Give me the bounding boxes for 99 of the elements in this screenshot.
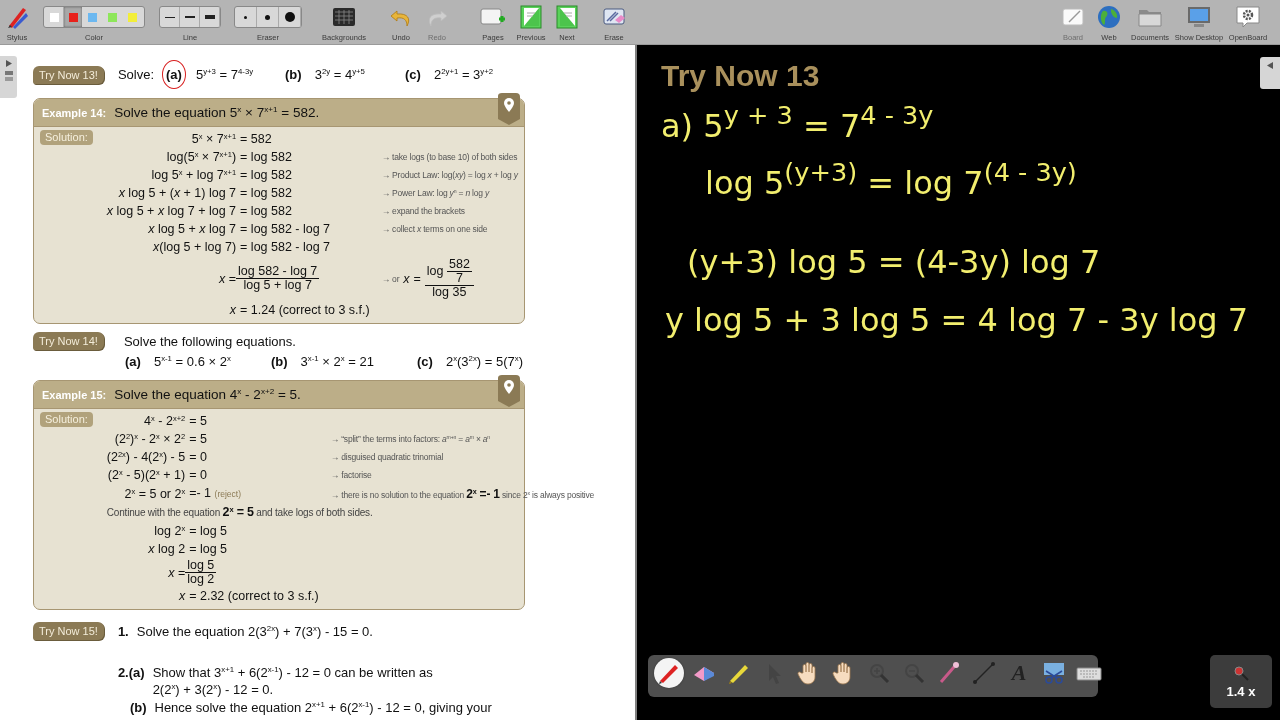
equation-left-side: x log 2	[147, 541, 186, 558]
equation: 2$^{2y+1}$ = 3$^{y+2}$	[433, 67, 494, 82]
step-note: → take logs (to base 10) of both sides	[381, 152, 518, 162]
pin-icon	[496, 375, 520, 407]
equation-right-side: = log 5	[188, 523, 229, 540]
step-note: → or	[381, 273, 400, 284]
step-note: → Power Law: log y$^{n}$ = n log y	[381, 188, 491, 198]
equation-right-side: = log 5	[188, 541, 229, 558]
color-swatch[interactable]	[64, 7, 82, 27]
previous-page-icon[interactable]	[520, 5, 542, 29]
erase-board-icon[interactable]	[602, 6, 626, 28]
equation-right-side: = 1.24 (correct to 3 s.f.)	[239, 302, 371, 319]
pin-icon	[496, 93, 520, 125]
try-now-badge: Try Now 14!	[33, 332, 104, 350]
equation-left-side: log(5$^{x}$ × 7$^{x+1}$)	[165, 148, 237, 166]
equation: 3$^{2y}$ = 4$^{y+5}$	[314, 67, 365, 82]
example-title: Solve the equation 5$^{x}$ × 7$^{x+1}$ = 582.	[114, 105, 320, 120]
handwritten-line: y log 5 + 3 log 5 = 4 log 7 - 3y log 7	[665, 299, 1249, 341]
solution-text: Continue with the equation 2$^{x}$ = 5 and take logs of both sides.	[106, 503, 374, 521]
equation-left-side: x =	[167, 564, 186, 582]
page-add-icon[interactable]	[480, 6, 506, 28]
handwritten-line: a) 5$^{y + 3}$ = 7$^{4 - 3y}$	[661, 99, 934, 147]
gear-icon[interactable]	[1235, 5, 1261, 29]
solution-label: Solution:	[40, 130, 93, 145]
equation-right-side: =- 1 (reject)	[188, 485, 242, 502]
try-now-badge: Try Now 15!	[33, 622, 104, 640]
part-label: (c)	[416, 353, 434, 371]
handwritten-line: (y+3) log 5 = (4-3y) log 7	[687, 242, 1101, 284]
question-text: Hence solve the equation 2$^{x+1}$ + 6(2$^{x-1}$) - 12 = 0, giving your	[154, 699, 492, 716]
equation-right-side: = log 582	[239, 149, 293, 166]
equation: 3$^{x-1}$ × 2$^{x}$ = 21	[300, 354, 374, 369]
equation-left-side: x =	[218, 270, 237, 288]
question-text: Solve the equation 2(3$^{2x}$) + 7(3$^{x}$) - 15 = 0.	[136, 623, 373, 640]
equation-left-side: (2$^{2}$)$^{x}$ - 2$^{x}$ × 2$^{2}$	[113, 430, 186, 448]
example-number: Example 15:	[42, 388, 107, 401]
board-title: Try Now 13	[661, 59, 820, 93]
equation-left-side: log 5$^{x}$ + log 7$^{x+1}$	[150, 166, 237, 184]
try-now-badge: Try Now 13!	[33, 65, 104, 84]
step-note: → expand the brackets	[381, 206, 466, 216]
question-number: (b)	[129, 699, 147, 716]
part-label: (b)	[270, 353, 289, 371]
monitor-icon[interactable]	[1186, 5, 1212, 29]
play-icon	[1267, 62, 1273, 69]
sidebar-toggle[interactable]	[0, 56, 17, 98]
equation-left-side: log 2$^{x}$	[153, 522, 186, 540]
globe-icon[interactable]	[1097, 5, 1121, 29]
equation-right-side: = 0	[188, 467, 208, 484]
equation-left-side: (2$^{2x}$) - 4(2$^{x}$) - 5	[106, 448, 186, 466]
pages-icon	[4, 71, 13, 81]
equation-right-side: = 5	[188, 431, 208, 448]
prompt-text: Solve:	[117, 67, 155, 82]
equation-right-side: = log 582	[239, 185, 293, 202]
equation-right-side: = log 582 - log 7	[239, 239, 332, 256]
equation: 2$^{x}$(3$^{2x}$) = 5(7$^{x}$)	[445, 354, 524, 369]
example-number: Example 14:	[42, 106, 107, 119]
equation: 5$^{x-1}$ = 0.6 × 2$^{x}$	[153, 354, 231, 369]
step-note: → there is no solution to the equation 2$^{x}$ =- 1 since 2$^{x}$ is always positive	[330, 486, 595, 501]
equation-right-side: = log 582	[239, 203, 293, 220]
solution-label: Solution:	[40, 412, 93, 427]
fraction: log 582 - log 7 log 5 + log 7	[236, 264, 321, 293]
equation-right-side: = 5	[188, 413, 208, 430]
step-note: → disguised quadratic trinomial	[330, 452, 445, 462]
equation-right-side: = log 582	[239, 167, 293, 184]
equation-left-side: x	[228, 302, 237, 319]
backgrounds-icon[interactable]	[332, 6, 356, 28]
equation-left-side: 4$^{x}$ - 2$^{x+2}$	[143, 412, 186, 430]
equation-right-side: = 582	[239, 131, 273, 148]
equation-left-side: x log 5 + x log 7 + log 7	[106, 203, 237, 220]
equation-left-side: (2$^{x}$ - 5)(2$^{x}$ + 1)	[106, 466, 186, 484]
line-icon	[970, 659, 998, 687]
equation-left-side: x(log 5 + log 7)	[152, 239, 237, 256]
part-label: (b)	[284, 66, 303, 84]
equation-right-side: = 0	[188, 449, 208, 466]
equation-left-side: 2$^{x}$ = 5 or 2$^{x}$	[123, 485, 186, 503]
prompt-text: Solve the following equations.	[123, 333, 296, 349]
magnifier-icon	[1233, 664, 1249, 681]
example-title: Solve the equation 4$^{x}$ - 2$^{x+2}$ = 5.	[114, 387, 301, 402]
step-note: → “split” the terms into factors: a$^{m+n}$ = a$^{m}$ × a$^{n}$	[330, 434, 491, 444]
equation-right-side: = log 582 - log 7	[239, 221, 332, 238]
step-note: → collect x terms on one side	[381, 224, 489, 234]
sidebar-toggle[interactable]	[1260, 57, 1280, 89]
equation: 5$^{y+3}$ = 7$^{4-3y}$	[195, 67, 254, 82]
equation-left-side: x log 5 + x log 7	[147, 221, 237, 238]
question-text: Show that 3$^{x+1}$ + 6(2$^{x-1}$) - 12 = 0 can be written as	[152, 664, 433, 681]
handwritten-line: log 5$^{(y+3)}$ = log 7$^{(4 - 3y)}$	[705, 156, 1077, 205]
part-label: (c)	[404, 66, 422, 84]
question-text: 2(2$^{x}$) + 3(2$^{x}$) - 12 = 0.	[152, 681, 275, 698]
equation-right-side: = 2.32 (correct to 3 s.f.)	[188, 588, 320, 605]
equation-left-side: 5$^{x}$ × 7$^{x+1}$	[190, 130, 237, 148]
zoom-level: 1.4 x	[1226, 683, 1256, 699]
equation-left-side: x log 5 + (x + 1) log 7	[117, 185, 237, 202]
step-note: → Product Law: log(xy) = log x + log y	[381, 170, 518, 180]
play-icon	[5, 60, 12, 67]
part-label: (a)	[124, 353, 142, 371]
equation-left-side: x	[177, 588, 186, 605]
next-page-icon[interactable]	[556, 5, 578, 29]
question-number: 2.(a)	[117, 664, 145, 681]
question-number: 1.	[117, 623, 129, 640]
step-note: → factorise	[330, 470, 373, 480]
